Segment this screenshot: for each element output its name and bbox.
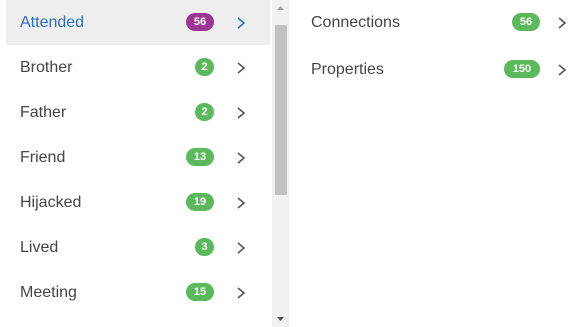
list-item-hijacked[interactable]: Hijacked 19 [6, 180, 270, 225]
list-item-label: Meeting [20, 284, 77, 301]
chevron-right-icon [237, 287, 246, 299]
count-badge: 13 [186, 148, 214, 166]
count-badge: 150 [504, 60, 540, 78]
list-item-label: Properties [311, 61, 384, 78]
chevron-right-icon [558, 64, 567, 76]
chevron-right-icon [558, 17, 567, 29]
count-badge: 19 [186, 193, 214, 211]
count-badge: 2 [195, 103, 214, 121]
chevron-right-icon [237, 62, 246, 74]
list-item-label: Father [20, 104, 67, 121]
detail-list: Connections 56 Properties 150 [298, 0, 572, 327]
list-item-brother[interactable]: Brother 2 [6, 45, 270, 90]
chevron-right-icon [237, 17, 246, 29]
list-item-attended[interactable]: Attended 56 [6, 0, 270, 45]
list-item-label: Brother [20, 59, 73, 76]
count-badge: 56 [186, 13, 214, 31]
list-item-lived[interactable]: Lived 3 [6, 225, 270, 270]
list-item-label: Attended [20, 14, 85, 31]
chevron-right-icon [237, 242, 246, 254]
list-item-label: Connections [311, 14, 400, 31]
chevron-right-icon [237, 152, 246, 164]
count-badge: 56 [512, 13, 540, 31]
relation-type-list: Attended 56 Brother 2 Father 2 Friend 13… [6, 0, 270, 327]
list-item-label: Friend [20, 149, 66, 166]
scroll-up-arrow-icon[interactable] [272, 0, 289, 17]
count-badge: 3 [195, 238, 214, 256]
list-item-father[interactable]: Father 2 [6, 90, 270, 135]
scroll-down-arrow-icon[interactable] [272, 310, 289, 327]
list-item-friend[interactable]: Friend 13 [6, 135, 270, 180]
list-item-connections[interactable]: Connections 56 [298, 0, 572, 45]
list-item-label: Hijacked [20, 194, 82, 211]
list-item-properties[interactable]: Properties 150 [298, 47, 572, 92]
list-item-meeting[interactable]: Meeting 15 [6, 270, 270, 315]
count-badge: 15 [186, 283, 214, 301]
list-item-label: Lived [20, 239, 59, 256]
chevron-right-icon [237, 107, 246, 119]
count-badge: 2 [195, 58, 214, 76]
chevron-right-icon [237, 197, 246, 209]
scroll-thumb[interactable] [275, 25, 287, 195]
vertical-scrollbar[interactable] [272, 0, 289, 327]
